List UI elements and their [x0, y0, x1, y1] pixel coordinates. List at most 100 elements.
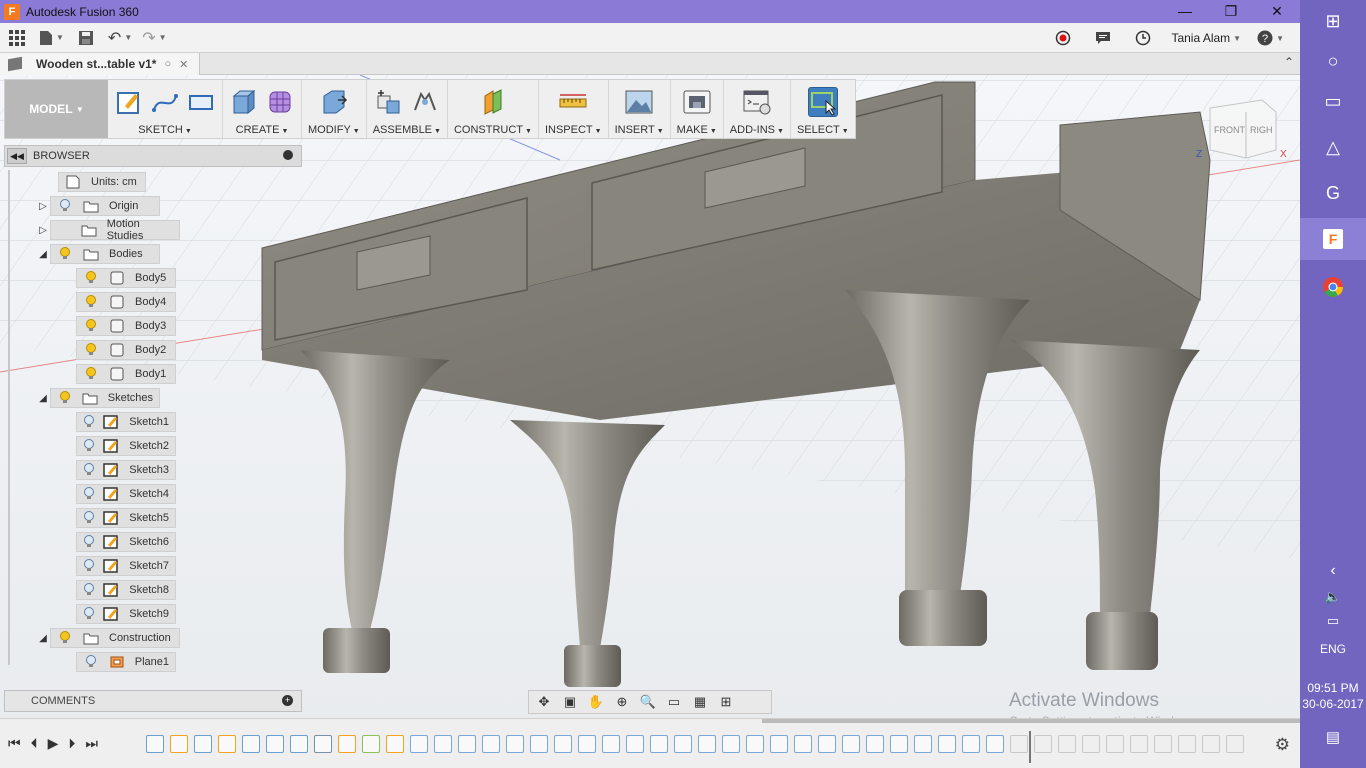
timeline-feature-icon[interactable] — [1010, 735, 1028, 753]
inspect-group[interactable]: INSPECT ▼ — [539, 80, 609, 138]
visibility-bulb-icon[interactable] — [83, 510, 95, 526]
timeline-feature-icon[interactable] — [626, 735, 644, 753]
select-menu-label[interactable]: SELECT ▼ — [797, 124, 849, 136]
cortana-icon[interactable]: ○ — [1300, 40, 1366, 82]
modify-menu-label[interactable]: MODIFY ▼ — [308, 124, 360, 136]
joint-icon[interactable] — [410, 87, 440, 117]
visibility-bulb-icon[interactable] — [57, 390, 72, 406]
browser-item-sketch6[interactable]: Sketch6 — [76, 532, 176, 552]
undo-button[interactable]: ↶ ▼ — [108, 26, 132, 50]
visibility-bulb-icon[interactable] — [83, 342, 99, 358]
look-at-icon[interactable]: ▣ — [559, 692, 581, 712]
timeline-feature-icon[interactable] — [1202, 735, 1220, 753]
units-item[interactable]: Units: cm — [58, 172, 146, 192]
browser-item-origin[interactable]: ▷ Origin — [36, 196, 160, 216]
browser-item-sketch4[interactable]: Sketch4 — [76, 484, 176, 504]
create-group[interactable]: CREATE ▼ — [223, 80, 302, 138]
visibility-bulb-icon[interactable] — [57, 222, 72, 238]
timeline-feature-icon[interactable] — [362, 735, 380, 753]
browser-item-body3[interactable]: Body3 — [76, 316, 176, 336]
visibility-bulb-icon[interactable] — [83, 486, 95, 502]
visibility-bulb-icon[interactable] — [83, 366, 99, 382]
select-group[interactable]: SELECT ▼ — [791, 80, 855, 138]
expand-arrow-icon[interactable]: ▷ — [36, 225, 50, 236]
redo-button[interactable]: ↷ ▼ — [142, 26, 166, 50]
visibility-bulb-icon[interactable] — [83, 558, 95, 574]
collapse-toolbar-icon[interactable]: ⌃ — [1284, 55, 1294, 69]
go-to-end-icon[interactable]: ⏭ — [85, 735, 98, 752]
action-center-icon[interactable]: ▤ — [1300, 716, 1366, 758]
windows-start-icon[interactable]: ⊞ — [1300, 0, 1366, 42]
visibility-bulb-icon[interactable] — [57, 246, 73, 262]
browser-item-construction[interactable]: ◢ Construction — [36, 628, 180, 648]
rectangle-icon[interactable] — [186, 87, 216, 117]
timeline-feature-icon[interactable] — [818, 735, 836, 753]
timeline-feature-icon[interactable] — [554, 735, 572, 753]
timeline-feature-icon[interactable] — [1226, 735, 1244, 753]
data-panel-grid-icon[interactable] — [5, 26, 29, 50]
browser-item-body1[interactable]: Body1 — [76, 364, 176, 384]
language-indicator[interactable]: ENG — [1300, 642, 1366, 656]
timeline-settings-gear-icon[interactable]: ⚙ — [1275, 735, 1290, 755]
visibility-bulb-icon[interactable] — [83, 270, 99, 286]
sketch-group[interactable]: SKETCH ▼ — [108, 80, 223, 138]
timeline-feature-icon[interactable] — [962, 735, 980, 753]
timeline-feature-icon[interactable] — [1130, 735, 1148, 753]
record-icon[interactable] — [1051, 26, 1075, 50]
spline-icon[interactable] — [150, 87, 180, 117]
browser-item-sketch8[interactable]: Sketch8 — [76, 580, 176, 600]
form-icon[interactable] — [265, 87, 295, 117]
scripts-icon[interactable] — [742, 87, 772, 117]
construct-group[interactable]: CONSTRUCT ▼ — [448, 80, 539, 138]
chrome-icon[interactable] — [1300, 266, 1366, 308]
visibility-bulb-icon[interactable] — [83, 534, 95, 550]
timeline-feature-icon[interactable] — [218, 735, 236, 753]
timeline-feature-icon[interactable] — [194, 735, 212, 753]
visibility-bulb-icon[interactable] — [83, 654, 99, 670]
browser-minimize-icon[interactable] — [283, 150, 293, 160]
fusion-360-taskbar-icon[interactable]: F — [1300, 218, 1366, 260]
play-icon[interactable]: ▶ — [48, 735, 59, 752]
make-group[interactable]: MAKE ▼ — [671, 80, 724, 138]
workspace-switcher-button[interactable]: MODEL ▼ — [5, 80, 108, 138]
timeline-feature-icon[interactable] — [722, 735, 740, 753]
go-to-start-icon[interactable]: ⏮ — [8, 735, 21, 752]
restore-button[interactable]: ❐ — [1208, 0, 1254, 23]
browser-item-sketches[interactable]: ◢ Sketches — [36, 388, 160, 408]
close-tab-icon[interactable]: ✕ — [179, 58, 188, 71]
timeline-feature-icon[interactable] — [938, 735, 956, 753]
collapse-arrow-icon[interactable]: ◢ — [36, 633, 50, 644]
browser-item-sketch1[interactable]: Sketch1 — [76, 412, 176, 432]
construct-menu-label[interactable]: CONSTRUCT ▼ — [454, 124, 532, 136]
step-back-icon[interactable]: ⏴ — [31, 735, 38, 752]
autodesk-app-icon[interactable]: △ — [1300, 126, 1366, 168]
visibility-bulb-icon[interactable] — [83, 582, 95, 598]
timeline-feature-icon[interactable] — [890, 735, 908, 753]
timeline-feature-icon[interactable] — [386, 735, 404, 753]
visibility-bulb-icon[interactable] — [83, 414, 95, 430]
inspect-menu-label[interactable]: INSPECT ▼ — [545, 124, 602, 136]
timeline-scrollbar[interactable] — [762, 719, 1300, 723]
timeline-feature-icon[interactable] — [842, 735, 860, 753]
new-component-icon[interactable] — [374, 87, 404, 117]
timeline-marker[interactable] — [1029, 731, 1031, 763]
timeline-feature-icon[interactable] — [746, 735, 764, 753]
3d-print-icon[interactable] — [682, 87, 712, 117]
select-icon[interactable] — [807, 87, 838, 117]
task-view-icon[interactable]: ▭ — [1300, 80, 1366, 122]
pan-hand-icon[interactable]: ✋ — [585, 692, 607, 712]
close-button[interactable]: ✕ — [1254, 0, 1300, 23]
timeline-feature-icon[interactable] — [458, 735, 476, 753]
browser-item-sketch2[interactable]: Sketch2 — [76, 436, 176, 456]
browser-item-sketch9[interactable]: Sketch9 — [76, 604, 176, 624]
add-comment-icon[interactable]: + — [282, 695, 293, 706]
timeline-feature-icon[interactable] — [650, 735, 668, 753]
display-settings-icon[interactable]: ▭ — [663, 692, 685, 712]
timeline-feature-icon[interactable] — [602, 735, 620, 753]
comments-icon[interactable] — [1091, 26, 1115, 50]
grid-settings-icon[interactable]: ▦ — [689, 692, 711, 712]
offset-plane-icon[interactable] — [478, 87, 508, 117]
assemble-group[interactable]: ASSEMBLE ▼ — [367, 80, 448, 138]
browser-collapse-icon[interactable]: ◀◀ — [7, 148, 27, 164]
timeline-feature-icon[interactable] — [314, 735, 332, 753]
